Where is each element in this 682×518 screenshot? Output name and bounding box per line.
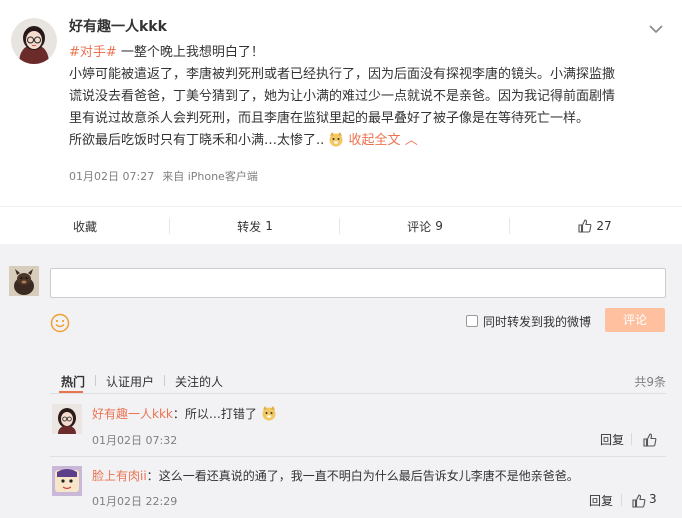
- repost-checkbox-label[interactable]: 同时转发到我的微博: [483, 313, 591, 330]
- divider: [95, 375, 96, 386]
- comment-item: 脸上有肉ii：这么一看还真说的通了，我一直不明白为什么最后告诉女儿李唐不是他亲爸…: [50, 466, 666, 516]
- comment-button[interactable]: 评论 9: [340, 207, 510, 245]
- repost-button[interactable]: 转发 1: [170, 207, 340, 245]
- post-line: 小婷可能被遣返了，李唐被判死刑或者已经执行了，因为后面没有探视李唐的镜头。小满探…: [69, 67, 616, 82]
- author-name[interactable]: 好有趣一人kkk: [69, 16, 167, 36]
- divider: [621, 494, 622, 506]
- divider: [50, 456, 666, 457]
- repost-label: 转发: [237, 219, 262, 234]
- comment-count: 9: [435, 219, 443, 233]
- repost-count: 1: [265, 219, 273, 233]
- comment-text: 所以…打错了: [184, 407, 257, 421]
- tab-hot[interactable]: 热门: [61, 373, 85, 390]
- thumbs-up-icon[interactable]: [643, 432, 657, 447]
- favorite-label: 收藏: [72, 219, 97, 234]
- doge-emoji-icon: [261, 405, 277, 421]
- post-line: 里有说过故意杀人会判死刑，而且李唐在监狱里起的最早叠好了被子像是在等待死亡一样。: [69, 111, 590, 126]
- collapse-fulltext-link[interactable]: 收起全文: [349, 133, 401, 148]
- post-source: 来自 iPhone客户端: [162, 170, 258, 183]
- divider: [50, 393, 666, 394]
- post-line: 谎说没去看爸爸，丁美兮猜到了，她为让小满的难过少一点就说不是亲爸。因为我记得前面…: [69, 89, 616, 104]
- thumbs-up-icon[interactable]: [632, 493, 646, 508]
- comment-item: 好有趣一人kkk：所以…打错了 01月02日 07:32 回复: [50, 404, 666, 454]
- comment-body: 脸上有肉ii：这么一看还真说的通了，我一直不明白为什么最后告诉女儿李唐不是他亲爸…: [92, 467, 579, 485]
- comment-total: 共9条: [634, 375, 666, 389]
- comment-body: 好有趣一人kkk：所以…打错了: [92, 405, 277, 423]
- comment-like-count: 3: [649, 492, 657, 506]
- post-headline: #对手# 一整个晚上我想明白了！: [69, 42, 669, 64]
- tab-verified-users[interactable]: 认证用户: [106, 373, 154, 390]
- comment-input[interactable]: [50, 268, 666, 298]
- current-user-avatar[interactable]: [9, 266, 39, 296]
- comment-filters: 热门 认证用户 关注的人 共9条: [50, 366, 666, 394]
- comment-label: 评论: [407, 219, 432, 234]
- comment-colon: ：: [172, 407, 185, 421]
- chevron-down-icon[interactable]: [648, 20, 664, 34]
- doge-emoji-icon: [328, 131, 344, 147]
- reply-button[interactable]: 回复: [600, 431, 624, 448]
- hashtag-link[interactable]: #对手#: [69, 45, 117, 60]
- commenter-avatar[interactable]: [52, 404, 82, 434]
- chevron-up-icon[interactable]: ︿: [401, 133, 418, 148]
- comment-time: 01月02日 22:29: [92, 495, 178, 508]
- commenter-name[interactable]: 好有趣一人kkk: [92, 407, 173, 421]
- post-line-text: 所欲最后吃饭时只有丁晓禾和小满…太惨了..: [69, 133, 325, 148]
- comment-colon: ：: [146, 469, 159, 483]
- reply-button[interactable]: 回复: [589, 492, 613, 509]
- emoji-picker-icon[interactable]: [50, 313, 70, 333]
- repost-checkbox[interactable]: [466, 315, 478, 327]
- tab-following[interactable]: 关注的人: [175, 373, 223, 390]
- commenter-avatar[interactable]: [52, 466, 82, 496]
- submit-comment-button[interactable]: 评论: [605, 308, 665, 332]
- post-date[interactable]: 01月02日 07:27: [69, 170, 154, 183]
- commenter-name[interactable]: 脸上有肉ii: [92, 469, 147, 483]
- author-avatar[interactable]: [11, 18, 57, 64]
- post-content: #对手# 一整个晚上我想明白了！ 小婷可能被遣返了，李唐被判死刑或者已经执行了，…: [69, 42, 669, 152]
- post-meta: 01月02日 07:27 来自 iPhone客户端: [69, 168, 258, 184]
- thumbs-up-icon: [578, 219, 592, 233]
- divider: [631, 433, 632, 445]
- like-count: 27: [596, 219, 612, 233]
- comment-text: 这么一看还真说的通了，我一直不明白为什么最后告诉女儿李唐不是他亲爸爸。: [158, 469, 579, 483]
- post-line-last: 所欲最后吃饭时只有丁晓禾和小满…太惨了.. 收起全文 ︿: [69, 130, 669, 152]
- weibo-post: 好有趣一人kkk #对手# 一整个晚上我想明白了！ 小婷可能被遣返了，李唐被判死…: [0, 0, 682, 205]
- divider: [164, 375, 165, 386]
- favorite-button[interactable]: 收藏: [0, 207, 170, 245]
- comment-time: 01月02日 07:32: [92, 434, 178, 447]
- headline-text: 一整个晚上我想明白了！: [116, 45, 264, 60]
- like-button[interactable]: 27: [510, 207, 680, 245]
- post-action-bar: 收藏 转发 1 评论 9 27: [0, 206, 682, 244]
